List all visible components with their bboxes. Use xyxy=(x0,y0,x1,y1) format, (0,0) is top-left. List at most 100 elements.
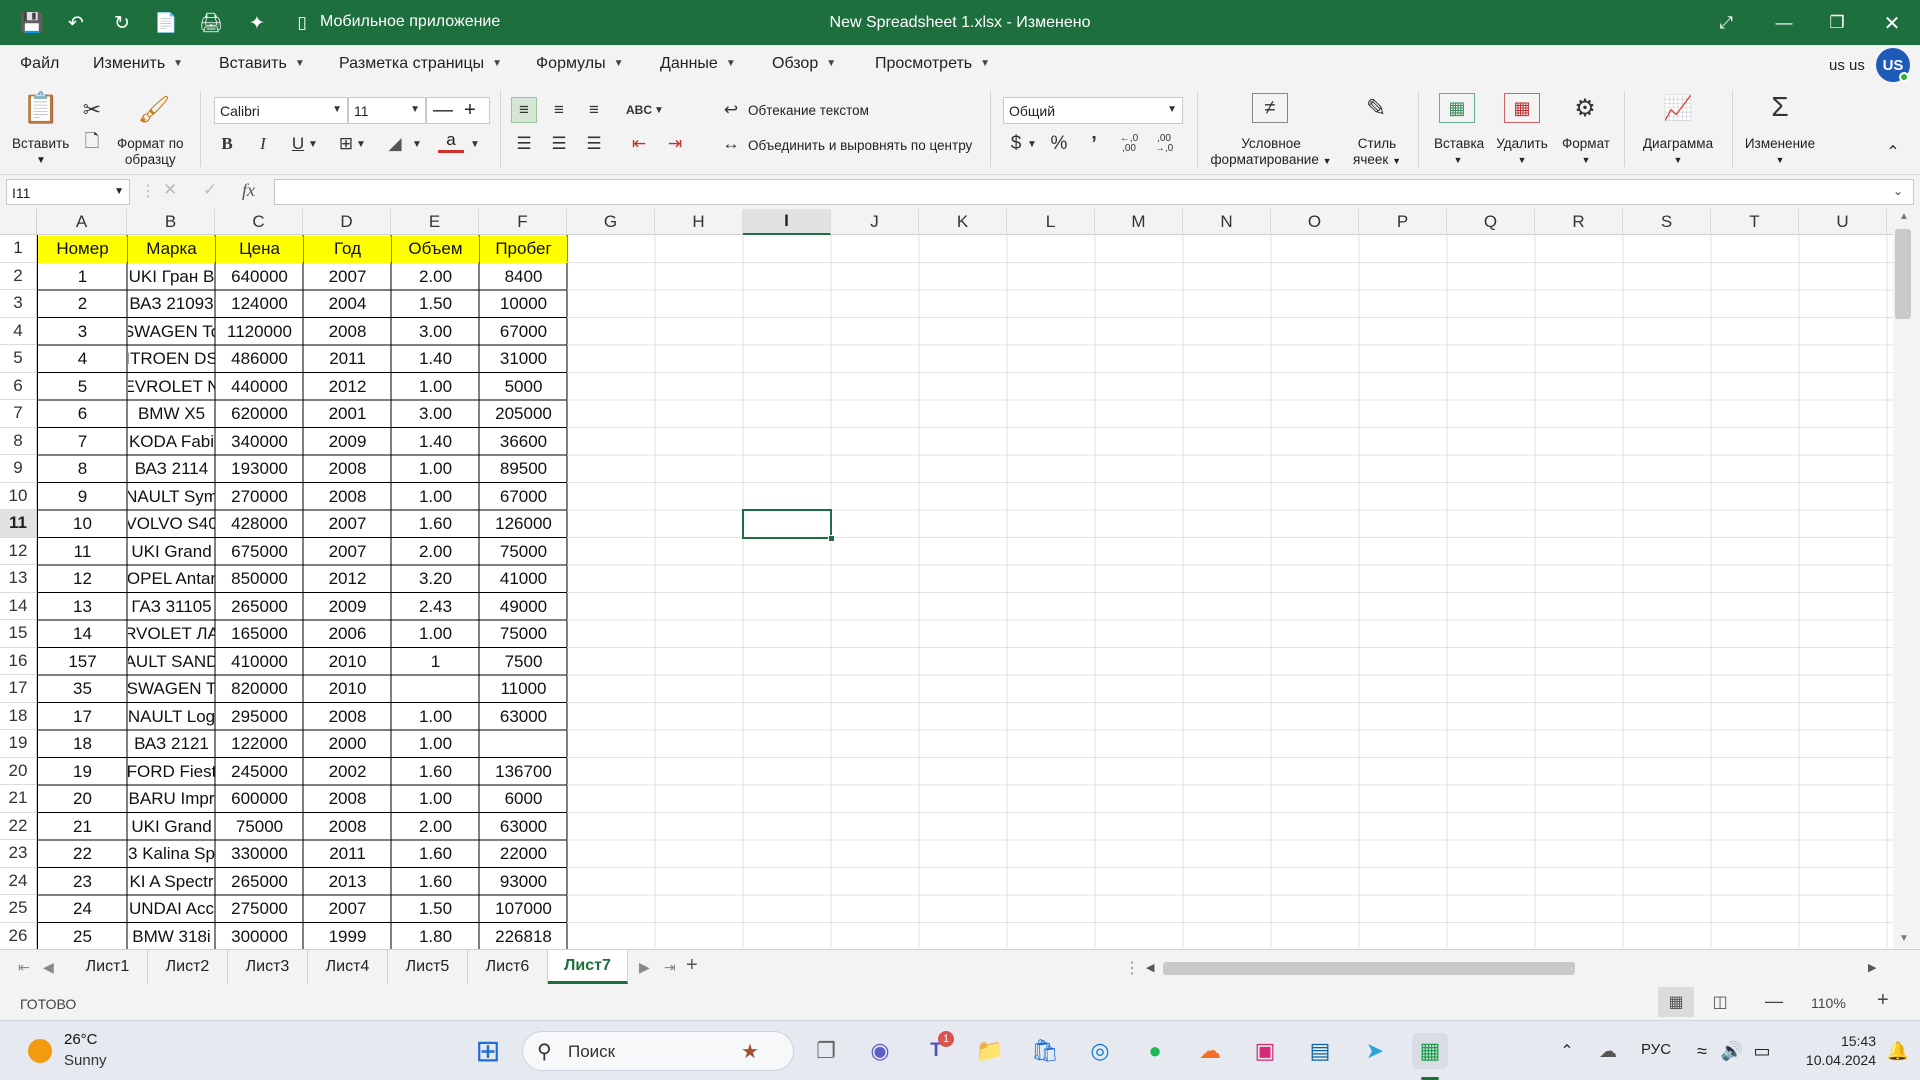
cell-f15[interactable]: 75000 xyxy=(480,621,567,649)
column-header-j[interactable]: J xyxy=(831,209,919,235)
cell-c2[interactable]: 640000 xyxy=(216,263,303,291)
cell-d9[interactable]: 2008 xyxy=(304,456,391,484)
column-header-p[interactable]: P xyxy=(1359,209,1447,235)
horizontal-scroll-thumb[interactable] xyxy=(1163,962,1575,975)
cell-b23[interactable]: 3 Kalina Sp xyxy=(128,841,215,869)
row-header-24[interactable]: 24 xyxy=(0,867,37,895)
cell-d4[interactable]: 2008 xyxy=(304,318,391,346)
column-header-i[interactable]: I xyxy=(743,209,831,235)
comma-style-button[interactable]: ’ xyxy=(1081,131,1107,157)
cell-f25[interactable]: 107000 xyxy=(480,896,567,924)
cell-a20[interactable]: 19 xyxy=(38,758,127,786)
row-header-23[interactable]: 23 xyxy=(0,840,37,868)
font-size-select[interactable]: 11 ▼ xyxy=(348,97,426,124)
paintbrush-icon[interactable]: 🖌 xyxy=(136,91,172,127)
last-sheet-icon[interactable]: ⇥ xyxy=(664,959,676,976)
cell-f23[interactable]: 22000 xyxy=(480,841,567,869)
cell-f3[interactable]: 10000 xyxy=(480,291,567,319)
sheet-tab-3[interactable]: Лист3 xyxy=(228,950,308,984)
menu-view[interactable]: Просмотреть ▼ xyxy=(875,55,990,73)
cell-b7[interactable]: BMW X5 xyxy=(128,401,215,429)
caret-icon[interactable]: ▼ xyxy=(306,131,320,157)
column-header-q[interactable]: Q xyxy=(1447,209,1535,235)
copy-icon[interactable]: 🗋 xyxy=(79,131,105,157)
row-header-2[interactable]: 2 xyxy=(0,262,37,290)
caret-icon[interactable]: ▼ xyxy=(36,153,46,169)
instagram-icon[interactable]: ▣ xyxy=(1247,1033,1283,1069)
cell-e12[interactable]: 2.00 xyxy=(392,538,479,566)
cell-f10[interactable]: 67000 xyxy=(480,483,567,511)
row-header-19[interactable]: 19 xyxy=(0,730,37,758)
wrap-text-button[interactable]: Обтекание текстом xyxy=(748,103,869,119)
cell-d3[interactable]: 2004 xyxy=(304,291,391,319)
cell-e6[interactable]: 1.00 xyxy=(392,373,479,401)
cell-f18[interactable]: 63000 xyxy=(480,703,567,731)
cell-f14[interactable]: 49000 xyxy=(480,593,567,621)
row-header-11[interactable]: 11 xyxy=(0,510,37,538)
text-orientation-icon[interactable]: ABC xyxy=(626,97,652,123)
chart-button[interactable]: Диаграмма ▼ xyxy=(1640,136,1716,168)
cell-f17[interactable]: 11000 xyxy=(480,676,567,704)
cancel-icon[interactable]: ✕ xyxy=(163,180,177,200)
cell-d23[interactable]: 2011 xyxy=(304,841,391,869)
caret-icon[interactable]: ▼ xyxy=(652,97,666,123)
cell-e26[interactable]: 1.80 xyxy=(392,923,479,949)
scroll-left-icon[interactable]: ◀ xyxy=(1146,961,1154,974)
cell-a10[interactable]: 9 xyxy=(38,483,127,511)
row-header-1[interactable]: 1 xyxy=(0,235,37,263)
merge-center-button[interactable]: Объединить и выровнять по центру xyxy=(748,138,972,154)
tray-expand-icon[interactable]: ⌃ xyxy=(1549,1033,1585,1069)
scroll-up-icon[interactable]: ▲ xyxy=(1899,211,1909,222)
cell-b8[interactable]: KODA Fabi xyxy=(128,428,215,456)
cell-d25[interactable]: 2007 xyxy=(304,896,391,924)
cell-a24[interactable]: 23 xyxy=(38,868,127,896)
paste-button[interactable]: Вставить xyxy=(12,136,69,152)
bold-button[interactable]: B xyxy=(214,131,240,157)
cell-d12[interactable]: 2007 xyxy=(304,538,391,566)
cell-b9[interactable]: ВАЗ 2114 xyxy=(128,456,215,484)
edge-icon[interactable]: ◎ xyxy=(1082,1033,1118,1069)
format-cells-icon[interactable]: ⚙ xyxy=(1567,93,1603,123)
cell-style-button[interactable]: Стиль ячеек ▼ xyxy=(1350,136,1404,169)
soundcloud-icon[interactable]: ☁ xyxy=(1192,1033,1228,1069)
cell-c20[interactable]: 245000 xyxy=(216,758,303,786)
cell-f7[interactable]: 205000 xyxy=(480,401,567,429)
cell-b24[interactable]: KI A Spectr xyxy=(128,868,215,896)
store-icon[interactable]: 🛍 xyxy=(1027,1033,1063,1069)
menu-insert[interactable]: Вставить ▼ xyxy=(219,55,305,73)
windows-start-icon[interactable]: ⊞ xyxy=(470,1033,506,1069)
cell-d16[interactable]: 2010 xyxy=(304,648,391,676)
format-painter-button[interactable]: Формат по образцу xyxy=(117,136,184,168)
row-header-26[interactable]: 26 xyxy=(0,922,37,949)
menu-formulas[interactable]: Формулы ▼ xyxy=(536,55,624,73)
menu-file[interactable]: Файл xyxy=(20,55,59,73)
cell-f16[interactable]: 7500 xyxy=(480,648,567,676)
cell-e17[interactable] xyxy=(392,676,479,704)
sheet-tab-4[interactable]: Лист4 xyxy=(308,950,388,984)
cell-f6[interactable]: 5000 xyxy=(480,373,567,401)
notification-bell-icon[interactable]: 🔔 xyxy=(1880,1033,1916,1069)
increase-indent-icon[interactable]: ⇥ xyxy=(662,131,688,157)
column-header-n[interactable]: N xyxy=(1183,209,1271,235)
cell-d8[interactable]: 2009 xyxy=(304,428,391,456)
cell-c8[interactable]: 340000 xyxy=(216,428,303,456)
cell-d17[interactable]: 2010 xyxy=(304,676,391,704)
cell-a19[interactable]: 18 xyxy=(38,731,127,759)
battery-icon[interactable]: ▭ xyxy=(1744,1033,1780,1069)
name-box[interactable]: I11 ▼ xyxy=(6,179,130,205)
fullscreen-icon[interactable]: ⤢ xyxy=(1709,8,1743,38)
cell-f24[interactable]: 93000 xyxy=(480,868,567,896)
cell-b4[interactable]: SWAGEN To xyxy=(128,318,215,346)
restore-button[interactable]: ❐ xyxy=(1820,8,1854,38)
font-color-icon[interactable]: a xyxy=(438,129,464,153)
decrease-decimal-icon[interactable]: ,00 →,0 xyxy=(1151,131,1177,157)
cell-c12[interactable]: 675000 xyxy=(216,538,303,566)
scroll-right-icon[interactable]: ▶ xyxy=(1868,961,1876,974)
conditional-format-button[interactable]: Условное форматирование ▼ xyxy=(1206,136,1336,169)
row-header-16[interactable]: 16 xyxy=(0,647,37,675)
file-explorer-icon[interactable]: 📁 xyxy=(972,1033,1008,1069)
align-left-icon[interactable]: ☰ xyxy=(511,131,537,157)
cell-b21[interactable]: BARU Impr xyxy=(128,786,215,814)
cell-d11[interactable]: 2007 xyxy=(304,511,391,539)
align-middle-icon[interactable]: ≡ xyxy=(546,97,572,123)
